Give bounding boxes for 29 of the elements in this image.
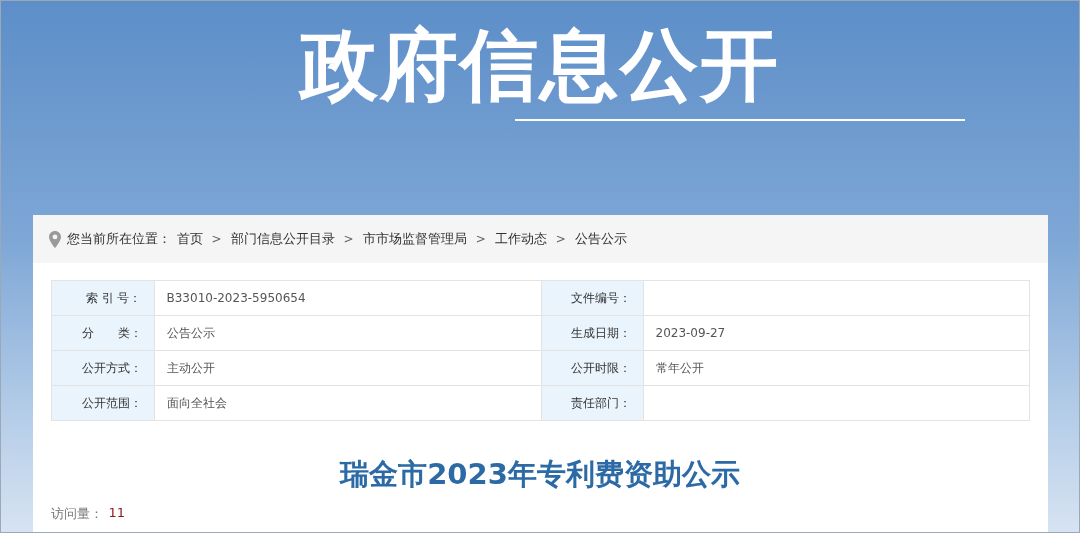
field-value: 公告公示 [154, 316, 542, 351]
field-label: 责任部门： [541, 386, 644, 421]
breadcrumb-separator: > [475, 232, 486, 246]
breadcrumb-link[interactable]: 工作动态 [494, 230, 547, 248]
field-value: 主动公开 [154, 351, 542, 386]
breadcrumb-separator: > [211, 232, 222, 246]
views-count: 11 [108, 505, 126, 522]
field-label: 索 引 号： [51, 281, 155, 316]
field-value: B33010-2023-5950654 [154, 281, 542, 316]
field-value: 常年公开 [643, 351, 1030, 386]
field-label: 生成日期： [541, 316, 644, 351]
breadcrumb-link[interactable]: 市市场监督管理局 [362, 230, 467, 248]
field-value: 面向全社会 [154, 386, 542, 421]
views-label: 访问量： [50, 505, 103, 523]
banner-title: 政府信息公开 [300, 19, 780, 112]
field-value: 2023-09-27 [643, 316, 1030, 351]
breadcrumb-link[interactable]: 部门信息公开目录 [230, 230, 335, 248]
breadcrumb-separator: > [555, 232, 566, 246]
field-label: 文件编号： [541, 281, 644, 316]
field-label: 公开范围： [51, 386, 155, 421]
location-label: 您当前所在位置： [66, 230, 171, 248]
article-title: 瑞金市2023年专利费资助公示 [338, 456, 741, 493]
field-label: 分 类： [51, 316, 155, 351]
field-label: 公开时限： [541, 351, 644, 386]
field-label: 公开方式： [51, 351, 155, 386]
breadcrumb-link[interactable]: 首页 [176, 230, 203, 248]
breadcrumb-separator: > [343, 232, 354, 246]
breadcrumb-link[interactable]: 公告公示 [574, 230, 627, 248]
location-pin-icon [48, 230, 61, 248]
